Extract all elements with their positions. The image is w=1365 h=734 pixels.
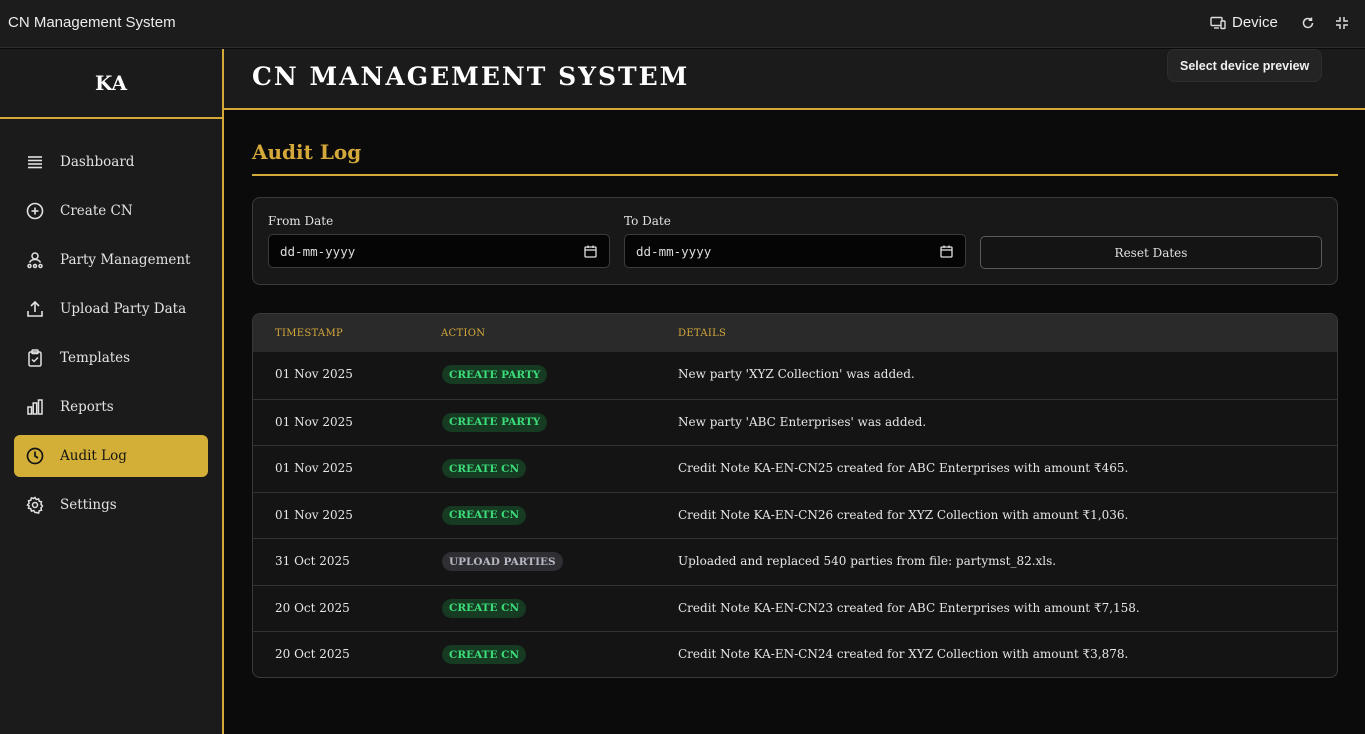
list-icon (28, 156, 42, 169)
from-date-label: From Date (268, 214, 334, 228)
device-label: Device (1232, 14, 1278, 31)
clock-icon (26, 447, 44, 465)
action-badge: CREATE CN (442, 645, 527, 664)
collapse-icon (1336, 17, 1348, 29)
row-details: Credit Note KA-EN-CN24 created for XYZ C… (678, 647, 1129, 661)
user-network-icon (27, 252, 43, 269)
to-date-value: dd-mm-yyyy (636, 243, 712, 259)
calendar-icon[interactable] (940, 245, 953, 258)
row-details: New party 'ABC Enterprises' was added. (678, 414, 927, 429)
row-details: Credit Note KA-EN-CN25 created for ABC E… (678, 461, 1129, 475)
sidebar-item-audit-log[interactable]: Audit Log (14, 435, 208, 477)
plus-circle-icon (26, 202, 44, 220)
page-title: Audit Log (252, 140, 362, 164)
sidebar-item-label: Settings (60, 497, 117, 513)
sidebar-item-label: Party Management (60, 252, 191, 268)
table-row: 20 Oct 2025 CREATE CN Credit Note KA-EN-… (253, 584, 1337, 632)
date-filter-panel: From Date dd-mm-yyyy To Date dd-mm-yyyy … (252, 197, 1338, 285)
sidebar-item-label: Dashboard (60, 154, 135, 170)
sidebar-item-label: Create CN (60, 203, 133, 219)
row-details: Credit Note KA-EN-CN26 created for XYZ C… (678, 507, 1129, 522)
sidebar-nav: Dashboard Create CN Party Management Upl… (0, 119, 222, 526)
sidebar-item-label: Upload Party Data (60, 301, 187, 317)
row-details: Uploaded and replaced 540 parties from f… (678, 554, 1057, 568)
column-header-timestamp: TIMESTAMP (275, 328, 344, 339)
table-body: 01 Nov 2025 CREATE PARTY New party 'XYZ … (253, 352, 1337, 677)
table-row: 31 Oct 2025 UPLOAD PARTIES Uploaded and … (253, 538, 1337, 585)
sidebar-item-party-management[interactable]: Party Management (14, 239, 208, 281)
sidebar-item-settings[interactable]: Settings (14, 484, 208, 526)
app-title: CN Management System (8, 14, 176, 31)
sidebar-item-label: Templates (60, 350, 131, 366)
row-timestamp: 01 Nov 2025 (275, 461, 353, 475)
table-row: 01 Nov 2025 CREATE CN Credit Note KA-EN-… (253, 491, 1337, 539)
sidebar-item-label: Reports (60, 399, 114, 415)
column-header-details: DETAILS (678, 328, 727, 339)
action-badge: CREATE CN (442, 598, 527, 618)
row-timestamp: 01 Nov 2025 (275, 507, 353, 522)
upload-icon (27, 300, 43, 317)
row-timestamp: 01 Nov 2025 (275, 414, 353, 429)
table-row: 01 Nov 2025 CREATE PARTY New party 'ABC … (253, 398, 1337, 446)
table-row: 01 Nov 2025 CREATE PARTY New party 'XYZ … (253, 352, 1337, 399)
sidebar: KA Dashboard Create CN Party Management … (0, 49, 224, 734)
from-date-input[interactable]: dd-mm-yyyy (268, 234, 610, 268)
gear-icon (26, 496, 44, 514)
sidebar-item-dashboard[interactable]: Dashboard (14, 141, 208, 183)
refresh-button[interactable] (1299, 14, 1317, 32)
action-badge: CREATE CN (442, 505, 527, 525)
table-header: TIMESTAMP ACTION DETAILS (253, 314, 1337, 352)
action-badge: CREATE PARTY (442, 365, 548, 384)
audit-log-table: TIMESTAMP ACTION DETAILS 01 Nov 2025 CRE… (252, 313, 1338, 678)
sidebar-item-create-cn[interactable]: Create CN (14, 190, 208, 232)
table-row: 20 Oct 2025 CREATE CN Credit Note KA-EN-… (253, 631, 1337, 677)
clipboard-check-icon (28, 349, 42, 367)
row-timestamp: 01 Nov 2025 (275, 367, 353, 381)
sidebar-item-templates[interactable]: Templates (14, 337, 208, 379)
sidebar-item-label: Audit Log (60, 448, 127, 464)
reset-dates-button[interactable]: Reset Dates (980, 236, 1322, 269)
to-date-label: To Date (624, 214, 671, 228)
sidebar-item-reports[interactable]: Reports (14, 386, 208, 428)
device-icon (1210, 16, 1226, 29)
action-badge: CREATE PARTY (442, 412, 548, 432)
top-bar: CN Management System Device (0, 0, 1365, 48)
table-row: 01 Nov 2025 CREATE CN Credit Note KA-EN-… (253, 445, 1337, 492)
device-button[interactable]: Device (1210, 14, 1278, 31)
sidebar-item-upload-party-data[interactable]: Upload Party Data (14, 288, 208, 330)
device-tooltip: Select device preview (1167, 49, 1323, 82)
action-badge: CREATE CN (442, 459, 527, 478)
sidebar-brand: KA (0, 49, 222, 119)
row-timestamp: 31 Oct 2025 (275, 554, 350, 568)
refresh-icon (1302, 17, 1314, 29)
column-header-action: ACTION (441, 328, 486, 339)
action-badge: UPLOAD PARTIES (442, 552, 563, 571)
title-divider (252, 174, 1338, 176)
row-details: New party 'XYZ Collection' was added. (678, 367, 915, 381)
system-title: CN MANAGEMENT SYSTEM (252, 62, 690, 91)
from-date-value: dd-mm-yyyy (280, 243, 356, 259)
fullscreen-button[interactable] (1333, 14, 1351, 32)
row-timestamp: 20 Oct 2025 (275, 647, 350, 661)
row-details: Credit Note KA-EN-CN23 created for ABC E… (678, 600, 1140, 615)
bar-chart-icon (27, 399, 43, 415)
to-date-input[interactable]: dd-mm-yyyy (624, 234, 966, 268)
calendar-icon[interactable] (584, 245, 597, 258)
row-timestamp: 20 Oct 2025 (275, 600, 350, 615)
